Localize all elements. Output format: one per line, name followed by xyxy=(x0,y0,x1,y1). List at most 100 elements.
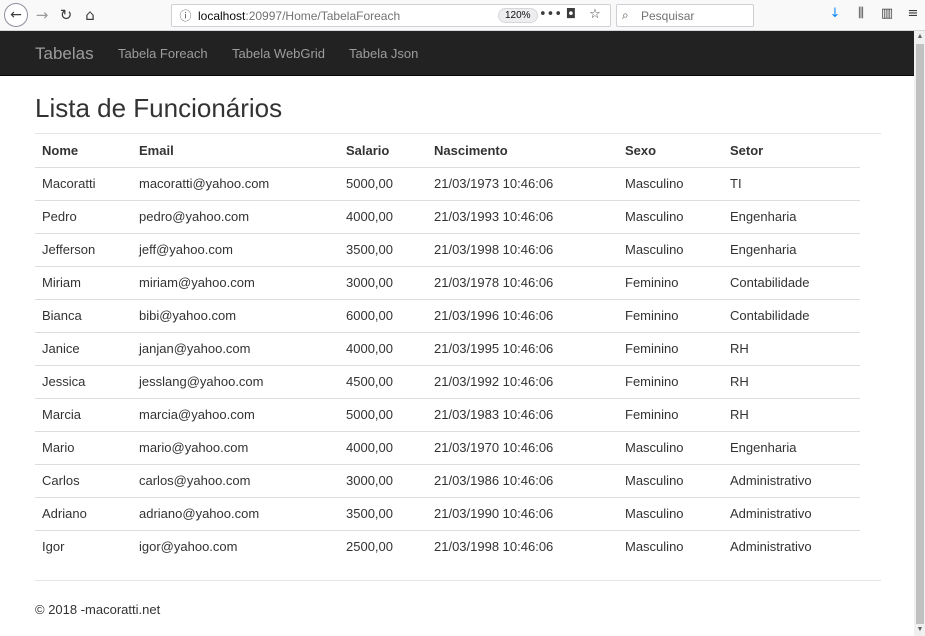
table-row: Bianca bibi@yahoo.com 6000,00 21/03/1996 10… xyxy=(35,298,860,332)
sidebar-icon[interactable]: ▥ xyxy=(878,6,896,21)
menu-icon[interactable]: ≡ xyxy=(904,6,922,21)
cell-email: pedro@yahoo.com xyxy=(132,199,339,233)
url-text: localhost:20997/Home/TabelaForeach xyxy=(198,9,400,23)
home-icon[interactable]: ⌂ xyxy=(79,4,101,26)
table-header-row: Nome Email Salario Nascimento Sexo Setor xyxy=(35,134,860,168)
table-row: Mario mario@yahoo.com 4000,00 21/03/1970 10… xyxy=(35,430,860,464)
reload-icon[interactable]: ↻ xyxy=(55,4,77,26)
search-icon: ⌕ xyxy=(622,8,629,22)
cell-email: carlos@yahoo.com xyxy=(132,463,339,497)
url-bar[interactable]: ⓘ localhost:20997/Home/TabelaForeach 120… xyxy=(171,4,611,27)
search-input[interactable]: ⌕ Pesquisar xyxy=(616,4,754,27)
cell-setor: Administrativo xyxy=(723,496,860,530)
cell-salario: 4000,00 xyxy=(339,331,427,365)
cell-nascimento: 21/03/1995 10:46:06 xyxy=(427,331,618,365)
cell-nome: Carlos xyxy=(35,463,132,497)
column-header-salario: Salario xyxy=(339,134,427,168)
table-row: Igor igor@yahoo.com 2500,00 21/03/1998 10:4… xyxy=(35,529,860,563)
cell-nascimento: 21/03/1990 10:46:06 xyxy=(427,496,618,530)
cell-nome: Miriam xyxy=(35,265,132,299)
more-actions-icon[interactable]: ••• xyxy=(539,7,562,22)
cell-salario: 4500,00 xyxy=(339,364,427,398)
table-row: Janice janjan@yahoo.com 4000,00 21/03/1995 … xyxy=(35,331,860,365)
cell-email: janjan@yahoo.com xyxy=(132,331,339,365)
cell-sexo: Feminino xyxy=(618,397,723,431)
nav-link-tabela-webgrid[interactable]: Tabela WebGrid xyxy=(232,46,325,61)
download-icon[interactable]: ↓ xyxy=(826,6,844,21)
forward-arrow-icon[interactable]: → xyxy=(31,4,53,26)
cell-email: macoratti@yahoo.com xyxy=(139,176,270,191)
table-row: Marcia marcia@yahoo.com 5000,00 21/03/1983 … xyxy=(35,397,860,431)
toolbar-right-icons: ↓ ⫼ ▥ ≡ xyxy=(826,6,922,21)
scrollbar-thumb[interactable] xyxy=(916,44,924,624)
cell-sexo: Feminino xyxy=(618,298,723,332)
cell-salario: 3000,00 xyxy=(339,265,427,299)
cell-salario: 5000,00 xyxy=(346,176,393,191)
cell-nome: Mario xyxy=(35,430,132,464)
table-row: Adriano adriano@yahoo.com 3500,00 21/03/199… xyxy=(35,496,860,530)
scroll-up-arrow-icon[interactable]: ▲ xyxy=(916,33,924,41)
zoom-badge[interactable]: 120% xyxy=(498,8,538,23)
cell-sexo: Feminino xyxy=(618,364,723,398)
cell-nome: Macoratti xyxy=(42,176,96,191)
cell-setor: Engenharia xyxy=(723,199,860,233)
cell-salario: 4000,00 xyxy=(339,199,427,233)
table-row: Miriam miriam@yahoo.com 3000,00 21/03/1978 … xyxy=(35,265,860,299)
scroll-down-arrow-icon[interactable]: ▼ xyxy=(916,626,924,634)
cell-sexo: Masculino xyxy=(618,430,723,464)
table-row: Jefferson jeff@yahoo.com 3500,00 21/03/1998… xyxy=(35,232,860,266)
cell-email: mario@yahoo.com xyxy=(132,430,339,464)
column-header-sexo: Sexo xyxy=(618,134,723,168)
cell-setor: Administrativo xyxy=(723,529,860,563)
cell-nascimento: 21/03/1973 10:46:06 xyxy=(434,176,554,191)
cell-salario: 6000,00 xyxy=(339,298,427,332)
cell-email: marcia@yahoo.com xyxy=(132,397,339,431)
cell-sexo: Masculino xyxy=(618,529,723,563)
cell-setor: Contabilidade xyxy=(723,298,860,332)
url-actions: ••• ◘ ☆ xyxy=(539,7,603,22)
url-path: :20997/Home/TabelaForeach xyxy=(245,9,401,23)
cell-sexo: Feminino xyxy=(618,265,723,299)
pocket-icon[interactable]: ◘ xyxy=(563,7,579,22)
cell-nascimento: 21/03/1992 10:46:06 xyxy=(427,364,618,398)
cell-sexo: Feminino xyxy=(618,331,723,365)
footer-divider xyxy=(35,580,881,581)
cell-nascimento: 21/03/1998 10:46:06 xyxy=(427,529,618,563)
cell-nome: Adriano xyxy=(35,496,132,530)
employees-table: Nome Email Salario Nascimento Sexo Setor… xyxy=(35,134,860,563)
cell-email: jesslang@yahoo.com xyxy=(132,364,339,398)
cell-nome: Igor xyxy=(35,529,132,563)
cell-sexo: Masculino xyxy=(618,232,723,266)
table-body: Macoratti macoratti@yahoo.com 5000,00 21/03… xyxy=(35,167,860,563)
cell-salario: 3000,00 xyxy=(339,463,427,497)
cell-setor: RH xyxy=(723,331,860,365)
cell-setor: RH xyxy=(723,364,860,398)
cell-nascimento: 21/03/1986 10:46:06 xyxy=(427,463,618,497)
table-row: Carlos carlos@yahoo.com 3000,00 21/03/1986 … xyxy=(35,463,860,497)
back-arrow-icon[interactable]: ← xyxy=(4,3,28,27)
cell-setor: Administrativo xyxy=(723,463,860,497)
cell-nascimento: 21/03/1983 10:46:06 xyxy=(427,397,618,431)
cell-nome: Pedro xyxy=(35,199,132,233)
url-host: localhost xyxy=(198,9,246,23)
browser-toolbar: ← → ↻ ⌂ ⓘ localhost:20997/Home/TabelaFor… xyxy=(0,0,925,31)
cell-nascimento: 21/03/1978 10:46:06 xyxy=(427,265,618,299)
table-row: Macoratti macoratti@yahoo.com 5000,00 21/03… xyxy=(35,167,860,200)
nav-link-tabela-json[interactable]: Tabela Json xyxy=(349,46,418,61)
cell-email: igor@yahoo.com xyxy=(132,529,339,563)
library-icon[interactable]: ⫼ xyxy=(852,6,870,21)
search-placeholder: Pesquisar xyxy=(641,9,695,23)
info-icon[interactable]: ⓘ xyxy=(178,8,193,23)
cell-salario: 5000,00 xyxy=(339,397,427,431)
cell-setor: Engenharia xyxy=(723,232,860,266)
cell-sexo: Masculino xyxy=(618,496,723,530)
cell-email: bibi@yahoo.com xyxy=(132,298,339,332)
navbar-brand[interactable]: Tabelas xyxy=(35,44,94,64)
bookmark-star-icon[interactable]: ☆ xyxy=(587,7,603,22)
nav-link-tabela-foreach[interactable]: Tabela Foreach xyxy=(118,46,208,61)
column-header-nascimento: Nascimento xyxy=(427,134,618,168)
table-row: Jessica jesslang@yahoo.com 4500,00 21/03/19… xyxy=(35,364,860,398)
cell-sexo: Masculino xyxy=(618,199,723,233)
cell-setor: Engenharia xyxy=(723,430,860,464)
cell-email: adriano@yahoo.com xyxy=(132,496,339,530)
